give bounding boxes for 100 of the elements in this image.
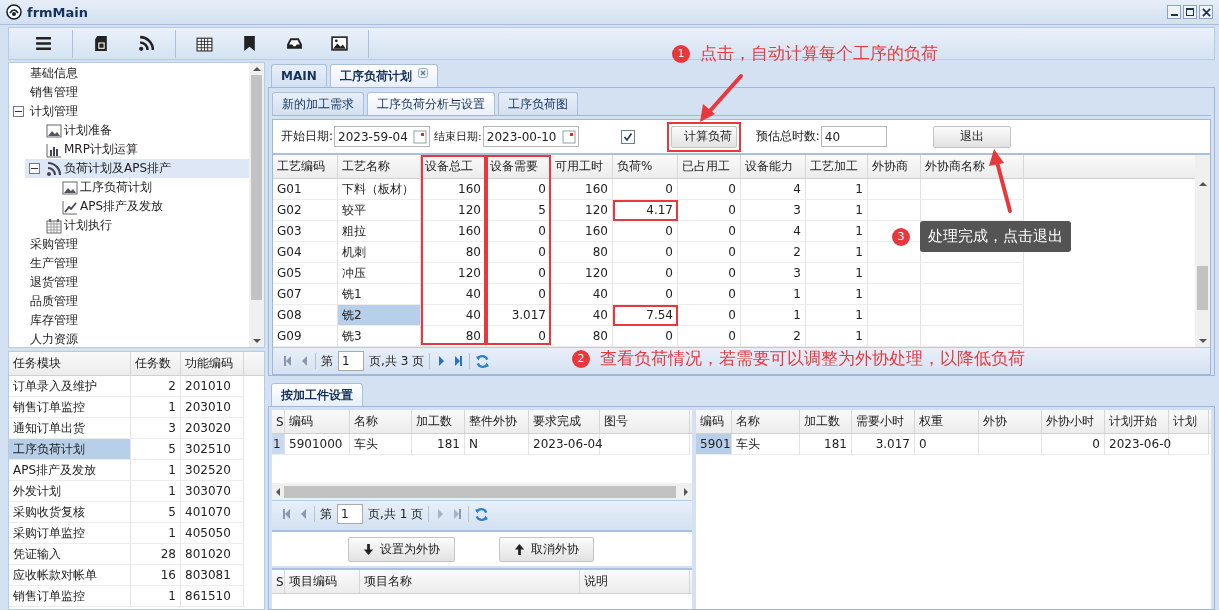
inbox-icon[interactable] <box>286 35 303 52</box>
tree-item[interactable]: 采购管理 <box>9 235 249 254</box>
tree-item[interactable]: 品质管理 <box>9 292 249 311</box>
column-header[interactable]: 任务模块 <box>9 352 131 375</box>
picture-icon[interactable] <box>331 35 348 52</box>
tree-item[interactable]: 生产管理 <box>9 254 249 273</box>
bookmark-icon[interactable] <box>241 35 258 52</box>
page-number-field[interactable]: 1 <box>337 504 363 524</box>
end-date-field[interactable]: 2023-00-10 <box>482 126 579 147</box>
column-header[interactable]: 要求完成 <box>529 410 600 433</box>
column-header[interactable]: 任务数 <box>131 352 181 375</box>
table-cell: 凭证输入 <box>9 544 131 565</box>
column-header[interactable]: 说明 <box>580 570 690 593</box>
column-header[interactable]: 工艺加工 <box>806 155 868 178</box>
vertical-scrollbar[interactable] <box>249 63 264 347</box>
checkbox[interactable] <box>620 129 635 144</box>
table-cell: 120 <box>421 200 486 221</box>
column-header[interactable]: 工艺名称 <box>338 155 421 178</box>
column-header[interactable]: 外协小时 <box>1042 410 1105 433</box>
column-header[interactable]: 加工数 <box>800 410 852 433</box>
table-cell <box>1169 434 1209 455</box>
table-cell: G03 <box>273 221 338 242</box>
column-header[interactable]: 外协 <box>979 410 1042 433</box>
tree-item[interactable]: 负荷计划及APS排产 <box>25 159 249 178</box>
table-cell: 0 <box>678 284 741 305</box>
tab[interactable]: 工序负荷分析与设置 <box>367 92 495 115</box>
column-header[interactable]: 设备总工 <box>421 155 486 178</box>
action-button[interactable]: 取消外协 <box>499 536 594 562</box>
scroll-right-icon[interactable] <box>684 487 688 496</box>
column-header[interactable]: 功能编码 <box>181 352 244 375</box>
column-header[interactable]: 已占用工 <box>678 155 741 178</box>
scrollbar-thumb[interactable] <box>284 485 676 498</box>
tab[interactable]: 工序负荷计划 <box>329 64 438 87</box>
column-header[interactable]: S <box>272 570 285 593</box>
column-header[interactable]: 名称 <box>350 410 412 433</box>
tree-item[interactable]: 基础信息 <box>9 64 249 83</box>
tree-item[interactable]: 库存管理 <box>9 311 249 330</box>
scroll-up-icon[interactable] <box>252 67 261 71</box>
tree-item[interactable]: 工序负荷计划 <box>41 178 249 197</box>
minimize-button[interactable] <box>1167 5 1181 19</box>
column-header[interactable]: 编码 <box>696 410 732 433</box>
column-header[interactable]: 整件外协 <box>465 410 529 433</box>
exit-button[interactable]: 退出 <box>932 125 1011 148</box>
column-header[interactable]: 项目编码 <box>285 570 360 593</box>
action-button[interactable]: 设置为外协 <box>348 536 455 562</box>
horizontal-scrollbar[interactable] <box>272 483 692 500</box>
scrollbar-thumb[interactable] <box>1197 266 1208 310</box>
column-header[interactable]: 可用工时 <box>551 155 613 178</box>
calendar-icon[interactable] <box>196 35 213 52</box>
restore-button[interactable] <box>1183 5 1197 19</box>
page-number-field[interactable]: 1 <box>338 351 364 371</box>
column-header[interactable]: 设备需要 <box>486 155 551 178</box>
tree-item[interactable]: APS排产及发放 <box>41 197 249 216</box>
column-header[interactable]: 加工数 <box>412 410 465 433</box>
table-cell: 1 <box>131 460 181 481</box>
sim-card-icon[interactable] <box>93 35 110 52</box>
collapse-icon[interactable] <box>29 163 40 174</box>
scrollbar-thumb[interactable] <box>251 75 262 300</box>
column-header[interactable]: 图号 <box>600 410 690 433</box>
tab[interactable]: 工序负荷图 <box>498 92 578 115</box>
scroll-up-icon[interactable] <box>1198 182 1207 186</box>
menu-icon[interactable] <box>35 35 52 52</box>
column-header[interactable]: 负荷% <box>613 155 678 178</box>
tree-item[interactable]: 计划管理 <box>9 102 249 121</box>
column-header[interactable]: 外协商 <box>868 155 921 178</box>
refresh-icon[interactable] <box>475 353 491 369</box>
column-header[interactable]: 编码 <box>285 410 350 433</box>
close-tab-icon[interactable] <box>417 68 428 78</box>
scroll-down-icon[interactable] <box>1198 339 1207 343</box>
column-header[interactable]: 名称 <box>732 410 800 433</box>
start-date-field[interactable]: 2023-59-04 <box>334 126 431 147</box>
column-header[interactable]: 权重 <box>915 410 979 433</box>
column-header[interactable]: 设备能力 <box>741 155 806 178</box>
column-header[interactable]: 计划开始 <box>1105 410 1169 433</box>
tab[interactable]: 按加工件设置 <box>271 383 363 406</box>
scroll-down-icon[interactable] <box>252 339 261 343</box>
column-header[interactable]: 项目名称 <box>360 570 580 593</box>
tab[interactable]: 新的加工需求 <box>272 92 364 115</box>
collapse-icon[interactable] <box>13 106 24 117</box>
scroll-left-icon[interactable] <box>276 487 280 496</box>
column-header[interactable]: 工艺编码 <box>273 155 338 178</box>
table-cell: 0 <box>678 221 741 242</box>
tab[interactable]: MAIN <box>271 64 327 87</box>
column-header[interactable]: 需要小时 <box>852 410 915 433</box>
column-header[interactable]: 计划 <box>1169 410 1209 433</box>
estimated-hours-field[interactable]: 40 <box>820 126 887 147</box>
tree-item[interactable]: 退货管理 <box>9 273 249 292</box>
refresh-icon[interactable] <box>474 506 490 522</box>
vertical-scrollbar[interactable] <box>1195 155 1210 347</box>
column-header[interactable]: S <box>272 410 285 433</box>
feed-icon[interactable] <box>138 35 155 52</box>
tree-item[interactable]: 销售管理 <box>9 83 249 102</box>
last-page-icon[interactable] <box>452 356 465 366</box>
tree-item[interactable]: MRP计划运算 <box>25 140 249 159</box>
tree-item[interactable]: 人力资源 <box>9 330 249 349</box>
calculate-load-button[interactable]: 计算负荷 <box>670 125 737 148</box>
table-cell: 下料（板材） <box>338 179 421 200</box>
close-button[interactable] <box>1199 5 1213 19</box>
tree-item[interactable]: 计划准备 <box>25 121 249 140</box>
tree-item[interactable]: 计划执行 <box>25 216 249 235</box>
